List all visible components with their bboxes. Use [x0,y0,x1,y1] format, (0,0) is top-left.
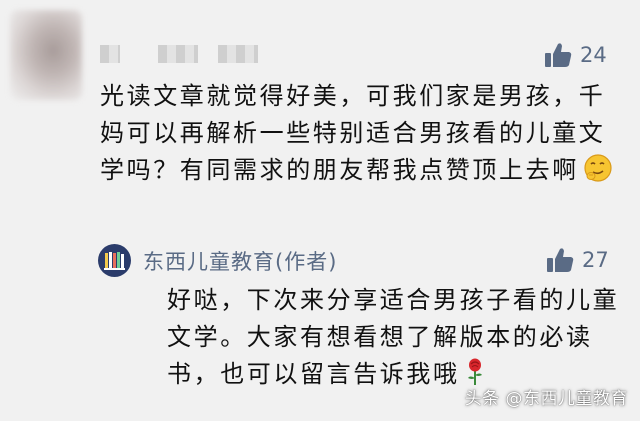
commenter-name-censored [158,45,198,63]
reply-like-button[interactable]: 27 [546,247,609,273]
commenter-avatar[interactable] [10,10,82,100]
reply-text: 好哒，下次来分享适合男孩子看的儿童文学。大家有想看想了解版本的必读书，也可以留言… [167,286,620,388]
source-watermark: 头条 @东西儿童教育 [464,389,628,409]
commenter-name-censored [100,45,120,63]
shy-smile-emoji-icon [584,154,612,182]
comment-like-button[interactable]: 24 [544,42,607,68]
reply-body: 好哒，下次来分享适合男孩子看的儿童文学。大家有想看想了解版本的必读书，也可以留言… [167,282,627,393]
comment-body: 光读文章就觉得好美，可我们家是男孩，千妈可以再解析一些特别适合男孩看的儿童文学吗… [100,78,620,189]
comment-like-count: 24 [580,43,607,67]
rose-emoji-icon [467,358,482,385]
commenter-name-censored [218,45,258,63]
author-avatar[interactable] [98,244,131,277]
thumbs-up-icon [545,43,572,67]
thumbs-up-icon [547,248,574,272]
books-logo-icon [104,252,125,270]
reply-like-count: 27 [582,248,609,272]
comment-text: 光读文章就觉得好美，可我们家是男孩，千妈可以再解析一些特别适合男孩看的儿童文学吗… [100,82,606,184]
author-name[interactable]: 东西儿童教育(作者) [143,246,337,276]
